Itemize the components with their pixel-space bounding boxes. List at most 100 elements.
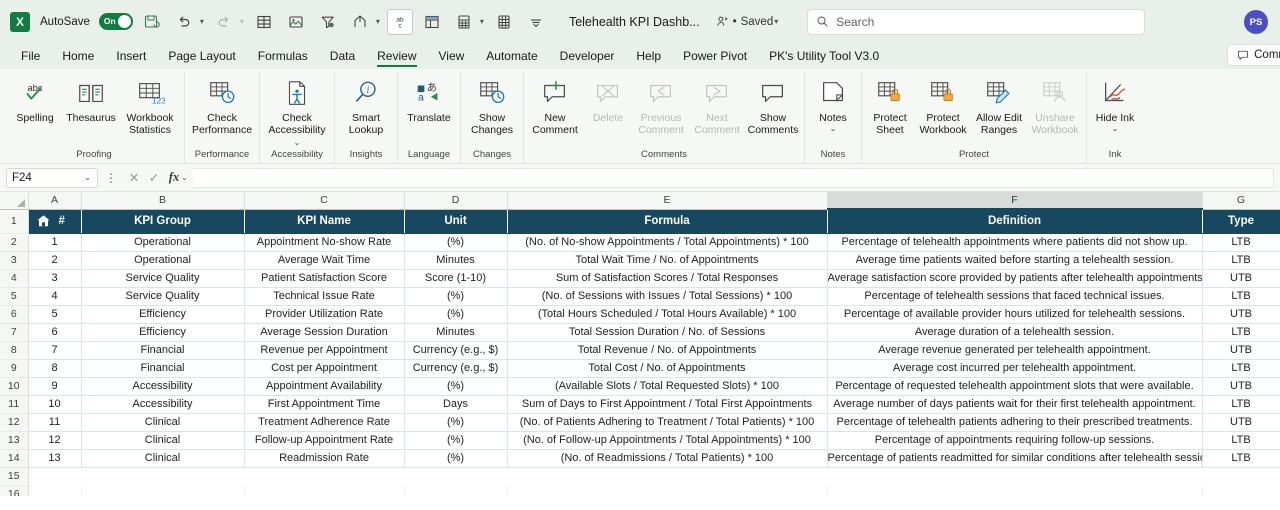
cell-name[interactable]: Readmission Rate [244, 449, 405, 468]
cell-num[interactable]: 4 [28, 287, 82, 306]
cell-unit[interactable]: (%) [404, 377, 508, 396]
cell-type[interactable]: LTB [1202, 359, 1280, 378]
cell-name[interactable]: Follow-up Appointment Rate [244, 431, 405, 450]
protect-workbook-button[interactable]: Protect Workbook [915, 74, 971, 136]
cell-type[interactable]: LTB [1202, 323, 1280, 342]
cell-type[interactable]: LTB [1202, 287, 1280, 306]
cell-group[interactable]: Accessibility [81, 377, 245, 396]
cell-name[interactable]: Average Session Duration [244, 323, 405, 342]
empty-cell[interactable] [81, 485, 245, 496]
cell-unit[interactable]: Currency (e.g., $) [404, 359, 508, 378]
redo-icon[interactable] [211, 9, 237, 35]
cell-group[interactable]: Operational [81, 233, 245, 252]
cell-type[interactable]: LTB [1202, 251, 1280, 270]
tab-file[interactable]: File [10, 46, 51, 69]
row-header-11[interactable]: 11 [0, 395, 29, 414]
header-cell-definition[interactable]: Definition [827, 209, 1203, 234]
row-header-3[interactable]: 3 [0, 251, 29, 270]
row-header-10[interactable]: 10 [0, 377, 29, 396]
row-header-12[interactable]: 12 [0, 413, 29, 432]
cell-unit[interactable]: Currency (e.g., $) [404, 341, 508, 360]
cell-num[interactable]: 9 [28, 377, 82, 396]
customize-toolbar-icon[interactable] [523, 9, 549, 35]
row-header-8[interactable]: 8 [0, 341, 29, 360]
avatar[interactable]: PS [1244, 10, 1268, 34]
cell-name[interactable]: Cost per Appointment [244, 359, 405, 378]
cell-definition[interactable]: Percentage of patients readmitted for si… [827, 449, 1203, 468]
select-all-corner[interactable] [0, 192, 29, 210]
cell-name[interactable]: Provider Utilization Rate [244, 305, 405, 324]
cell-type[interactable]: UTB [1202, 341, 1280, 360]
cell-name[interactable]: Average Wait Time [244, 251, 405, 270]
tab-page-layout[interactable]: Page Layout [157, 46, 246, 69]
column-header-g[interactable]: G [1202, 192, 1280, 210]
check-accessibility-button[interactable]: Check Accessibility ⌄ [263, 74, 331, 149]
cell-num[interactable]: 6 [28, 323, 82, 342]
cell-definition[interactable]: Percentage of requested telehealth appoi… [827, 377, 1203, 396]
cell-definition[interactable]: Percentage of telehealth patients adheri… [827, 413, 1203, 432]
calculation-icon[interactable] [451, 9, 477, 35]
column-header-b[interactable]: B [81, 192, 245, 210]
empty-cell[interactable] [28, 485, 82, 496]
empty-cell[interactable] [507, 485, 828, 496]
empty-cell[interactable] [827, 485, 1203, 496]
empty-cell[interactable] [244, 485, 405, 496]
cell-group[interactable]: Financial [81, 341, 245, 360]
header-cell-type[interactable]: Type [1202, 209, 1280, 234]
hide-ink-button[interactable]: Hide Ink ⌄ [1090, 74, 1140, 133]
cell-formula[interactable]: Total Revenue / No. of Appointments [507, 341, 828, 360]
cell-group[interactable]: Financial [81, 359, 245, 378]
row-header-1[interactable]: 1 [0, 209, 29, 234]
cell-name[interactable]: Revenue per Appointment [244, 341, 405, 360]
cell-unit[interactable]: Minutes [404, 251, 508, 270]
cell-group[interactable]: Service Quality [81, 287, 245, 306]
row-header-16[interactable]: 16 [0, 485, 29, 496]
header-cell-kpi-group[interactable]: KPI Group [81, 209, 245, 234]
empty-cell[interactable] [507, 467, 827, 485]
spelling-icon[interactable]: ab c [386, 8, 413, 35]
cell-definition[interactable]: Percentage of available provider hours u… [827, 305, 1203, 324]
smart-lookup-button[interactable]: i Smart Lookup [338, 74, 394, 136]
empty-cell[interactable] [28, 467, 81, 485]
cell-formula[interactable]: Total Wait Time / No. of Appointments [507, 251, 828, 270]
empty-cell[interactable] [404, 467, 507, 485]
tab-data[interactable]: Data [319, 46, 366, 69]
share-icon[interactable] [347, 9, 373, 35]
cell-num[interactable]: 2 [28, 251, 82, 270]
row-header-5[interactable]: 5 [0, 287, 29, 306]
filter-icon[interactable] [315, 9, 341, 35]
cell-name[interactable]: Patient Satisfaction Score [244, 269, 405, 288]
tab-formulas[interactable]: Formulas [247, 46, 319, 69]
undo-icon[interactable] [171, 9, 197, 35]
tab-automate[interactable]: Automate [475, 46, 548, 69]
undo-dropdown-caret-icon[interactable]: ▾ [200, 17, 204, 26]
cell-name[interactable]: Treatment Adherence Rate [244, 413, 405, 432]
tab-view[interactable]: View [428, 46, 476, 69]
cell-num[interactable]: 7 [28, 341, 82, 360]
check-performance-button[interactable]: Check Performance [188, 74, 256, 136]
cell-formula[interactable]: Sum of Satisfaction Scores / Total Respo… [507, 269, 828, 288]
tab-help[interactable]: Help [625, 46, 672, 69]
cell-type[interactable]: UTB [1202, 305, 1280, 324]
cell-formula[interactable]: (Total Hours Scheduled / Total Hours Ava… [507, 305, 828, 324]
cell-unit[interactable]: (%) [404, 413, 508, 432]
cell-group[interactable]: Efficiency [81, 323, 245, 342]
cell-type[interactable]: UTB [1202, 377, 1280, 396]
insert-picture-icon[interactable] [283, 9, 309, 35]
cell-definition[interactable]: Average satisfaction score provided by p… [827, 269, 1203, 288]
cell-definition[interactable]: Average duration of a telehealth session… [827, 323, 1203, 342]
cell-group[interactable]: Clinical [81, 449, 245, 468]
header-cell-formula[interactable]: Formula [507, 209, 828, 234]
cell-name[interactable]: First Appointment Time [244, 395, 405, 414]
calculation-dropdown-caret-icon[interactable]: ▾ [480, 17, 484, 26]
tab-power-pivot[interactable]: Power Pivot [672, 46, 758, 69]
cell-formula[interactable]: (No. of Patients Adhering to Treatment /… [507, 413, 828, 432]
empty-cell[interactable] [81, 467, 244, 485]
share-dropdown-caret-icon[interactable]: ▾ [376, 17, 380, 26]
cell-num[interactable]: 10 [28, 395, 82, 414]
row-header-13[interactable]: 13 [0, 431, 29, 450]
cell-definition[interactable]: Average cost incurred per telehealth app… [827, 359, 1203, 378]
cell-unit[interactable]: (%) [404, 305, 508, 324]
cell-type[interactable]: UTB [1202, 269, 1280, 288]
notes-caret-icon[interactable]: ⌄ [830, 124, 837, 133]
